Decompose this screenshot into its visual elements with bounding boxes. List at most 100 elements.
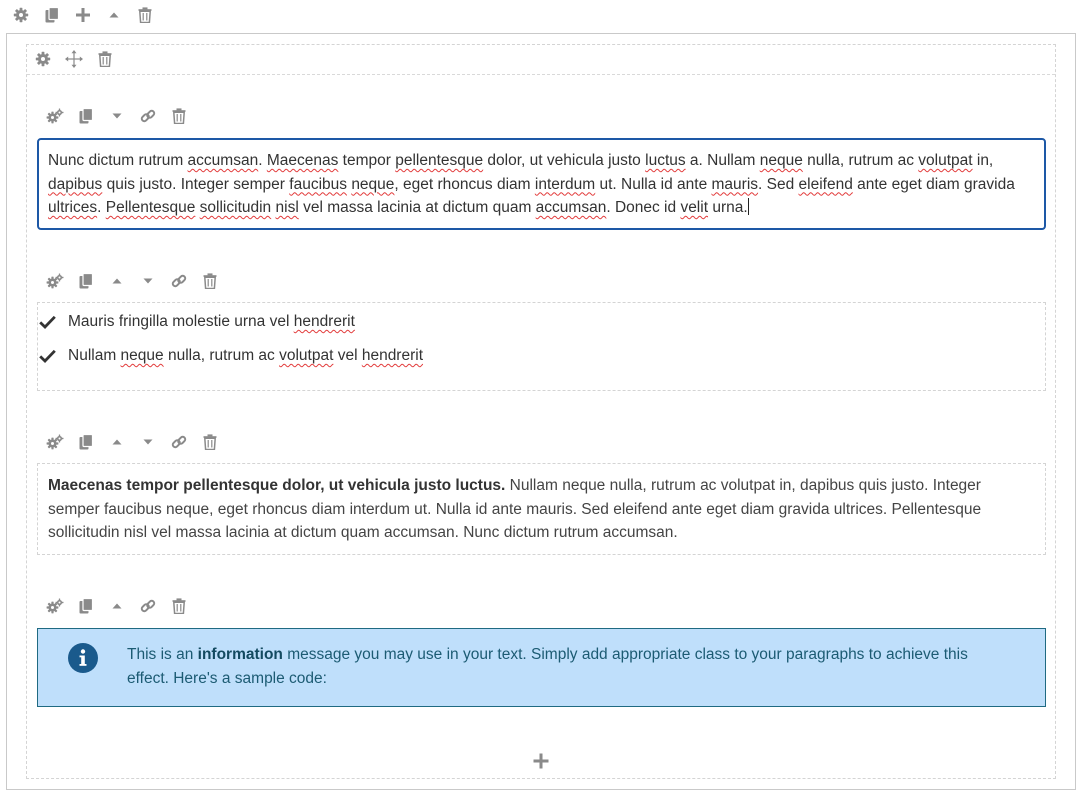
caret-down-icon — [142, 436, 154, 448]
misspelled-word: interdum — [534, 175, 596, 193]
block-2-toolbar — [44, 271, 230, 291]
list-item-text: Mauris fringilla molestie urna vel hendr… — [68, 313, 355, 331]
delete-button[interactable] — [94, 49, 116, 69]
misspelled-word: neque — [759, 152, 803, 169]
delete-button[interactable] — [134, 5, 156, 25]
info-message-text: This is an information message you may u… — [127, 643, 1007, 690]
gears-icon — [46, 434, 64, 450]
list-text: Nullam — [68, 347, 121, 364]
paragraph-text: ante eget diam gravida — [852, 175, 1015, 193]
gear-icon — [35, 51, 51, 67]
copy-icon — [79, 273, 93, 289]
link-icon — [171, 273, 187, 289]
paragraph-text: tempor — [338, 152, 396, 169]
move-up-button[interactable] — [103, 5, 125, 25]
paragraph-block[interactable]: Maecenas tempor pellentesque dolor, ut v… — [37, 463, 1046, 555]
duplicate-button[interactable] — [75, 106, 97, 126]
misspelled-word: dapibus — [48, 175, 103, 193]
trash-icon — [203, 273, 217, 289]
copy-icon — [45, 7, 59, 23]
paragraph-text: . — [258, 152, 267, 169]
list-text: vel — [333, 347, 362, 364]
duplicate-button[interactable] — [75, 432, 97, 452]
checklist-block[interactable]: Mauris fringilla molestie urna vel hendr… — [37, 302, 1046, 391]
info-message-block[interactable]: This is an information message you may u… — [37, 628, 1046, 707]
link-button[interactable] — [168, 271, 190, 291]
paragraph-text: a. Nullam — [685, 152, 760, 169]
paragraph-text: nulla, rutrum ac — [802, 152, 919, 169]
editable-paragraph[interactable]: Nunc dictum rutrum accumsan. Maecenas te… — [37, 138, 1046, 230]
list-text: nulla, rutrum ac — [163, 347, 280, 364]
gears-icon — [46, 108, 64, 124]
trash-icon — [98, 51, 112, 67]
drag-handle[interactable] — [63, 49, 85, 69]
gears-icon — [46, 598, 64, 614]
misspelled-word: neque — [351, 175, 395, 193]
caret-up-icon — [111, 600, 123, 612]
gear-icon — [13, 7, 29, 23]
trash-icon — [138, 7, 152, 23]
link-button[interactable] — [137, 596, 159, 616]
settings-button[interactable] — [10, 5, 32, 25]
delete-button[interactable] — [168, 596, 190, 616]
info-text-prefix: This is an — [127, 646, 198, 663]
copy-icon — [79, 434, 93, 450]
misspelled-word: Maecenas — [266, 152, 339, 169]
move-up-button[interactable] — [106, 271, 128, 291]
misspelled-word: luctus — [645, 152, 686, 169]
top-toolbar — [10, 5, 165, 25]
misspelled-word: velit — [680, 199, 709, 216]
delete-button[interactable] — [199, 271, 221, 291]
misspelled-word: eleifend — [798, 175, 853, 193]
move-down-button[interactable] — [106, 106, 128, 126]
block-settings-button[interactable] — [44, 271, 66, 291]
info-text-bold: information — [197, 646, 283, 663]
row-toolbar — [32, 49, 125, 69]
move-down-button[interactable] — [137, 432, 159, 452]
paragraph-text: . Donec id — [606, 199, 681, 216]
list-item-text: Nullam neque nulla, rutrum ac volutpat v… — [68, 347, 423, 365]
list-item: Mauris fringilla molestie urna vel hendr… — [38, 313, 355, 331]
check-icon — [38, 349, 68, 363]
block-settings-button[interactable] — [44, 432, 66, 452]
add-button[interactable] — [72, 5, 94, 25]
delete-button[interactable] — [199, 432, 221, 452]
block-settings-button[interactable] — [44, 106, 66, 126]
block-1-toolbar — [44, 106, 199, 126]
move-down-button[interactable] — [137, 271, 159, 291]
misspelled-word: ultrices — [48, 199, 98, 216]
trash-icon — [172, 598, 186, 614]
misspelled-word: accumsan — [187, 152, 259, 169]
row-separator — [27, 74, 1055, 75]
delete-button[interactable] — [168, 106, 190, 126]
settings-button[interactable] — [32, 49, 54, 69]
link-button[interactable] — [168, 432, 190, 452]
plus-icon — [75, 7, 91, 23]
add-block-button[interactable] — [530, 750, 552, 772]
block-3-toolbar — [44, 432, 230, 452]
caret-up-icon — [111, 275, 123, 287]
duplicate-button[interactable] — [75, 271, 97, 291]
block-settings-button[interactable] — [44, 596, 66, 616]
duplicate-button[interactable] — [75, 596, 97, 616]
gears-icon — [46, 273, 64, 289]
caret-down-icon — [142, 275, 154, 287]
move-icon — [65, 50, 83, 68]
misspelled-word: mauris — [711, 175, 759, 193]
paragraph-text: , eget rhoncus diam — [394, 175, 535, 193]
link-icon — [140, 598, 156, 614]
check-icon — [38, 315, 68, 329]
misspelled-word: accumsan — [535, 199, 607, 216]
move-up-button[interactable] — [106, 432, 128, 452]
caret-up-icon — [108, 9, 120, 21]
duplicate-button[interactable] — [41, 5, 63, 25]
plus-icon — [533, 753, 549, 769]
paragraph-text: quis justo. Integer semper — [102, 175, 290, 193]
paragraph-text: vel massa lacinia at dictum quam — [298, 199, 536, 216]
caret-up-icon — [111, 436, 123, 448]
move-up-button[interactable] — [106, 596, 128, 616]
link-button[interactable] — [137, 106, 159, 126]
misspelled-word: nisl — [275, 199, 299, 216]
misspelled-word: volutpat — [279, 347, 334, 364]
misspelled-word: faucibus — [289, 175, 347, 193]
